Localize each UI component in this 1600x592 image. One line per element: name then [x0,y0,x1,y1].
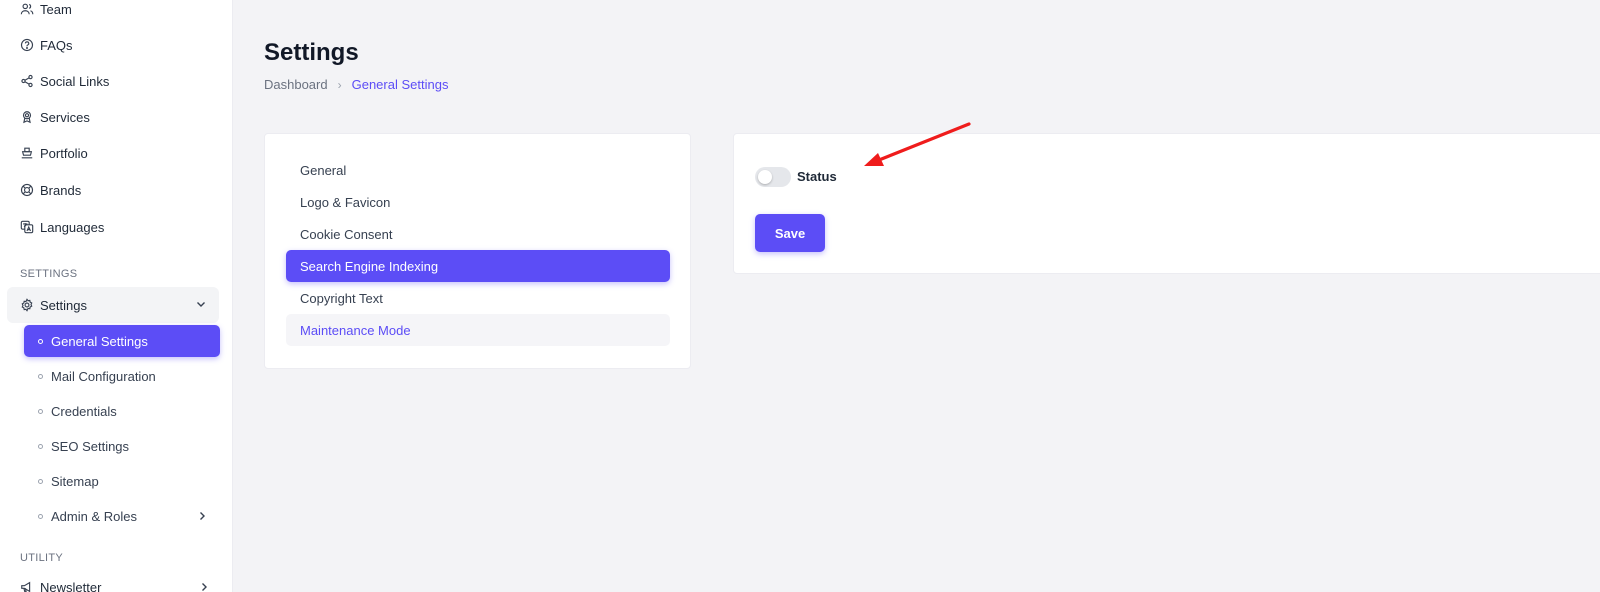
tab-cookie-consent[interactable]: Cookie Consent [286,218,670,250]
save-button[interactable]: Save [755,214,825,252]
sidebar-item-settings[interactable]: Settings [7,287,219,323]
sidebar-item-portfolio[interactable]: Portfolio [20,141,88,165]
tab-maintenance-mode[interactable]: Maintenance Mode [286,314,670,346]
sidebar-subitem-label: SEO Settings [51,438,130,454]
sidebar-item-label: Services [40,109,90,125]
share-icon [21,74,33,88]
settings-tabs-card: General Logo & Favicon Cookie Consent Se… [264,133,691,369]
tab-logo-favicon[interactable]: Logo & Favicon [286,186,670,218]
toggle-knob [758,170,772,184]
translate-icon [20,220,34,234]
tab-search-engine-indexing[interactable]: Search Engine Indexing [286,250,670,282]
sidebar-item-label: Languages [40,219,105,235]
sidebar-subitem-mail-configuration[interactable]: Mail Configuration [24,360,220,392]
sidebar-item-social-links[interactable]: Social Links [20,69,109,93]
sidebar-item-label: Social Links [40,73,110,89]
sidebar-item-label: Portfolio [40,145,88,161]
sidebar-item-brands[interactable]: Brands [20,178,81,202]
sidebar-subitem-credentials[interactable]: Credentials [24,395,220,427]
breadcrumb-current[interactable]: General Settings [352,77,449,92]
sidebar-item-newsletter[interactable]: Newsletter [20,575,207,592]
sidebar-subitem-label: Mail Configuration [51,368,156,384]
bullet-icon [38,513,43,519]
breadcrumb: Dashboard › General Settings [264,77,448,92]
sidebar-subitem-seo-settings[interactable]: SEO Settings [24,430,220,462]
breadcrumb-dashboard-link[interactable]: Dashboard [264,77,328,92]
section-label-utility: UTILITY [20,552,64,564]
sidebar-item-label: Team [40,1,72,17]
question-circle-icon [20,38,34,52]
sidebar-subitem-label: Credentials [51,403,117,419]
sidebar-item-services[interactable]: Services [20,105,90,129]
bullet-icon [38,408,43,414]
bullet-icon [38,443,43,449]
sidebar-item-label: Newsletter [40,579,102,592]
tab-copyright-text[interactable]: Copyright Text [286,282,670,314]
section-label-settings: SETTINGS [20,268,78,280]
sidebar-subitem-sitemap[interactable]: Sitemap [24,465,220,497]
sidebar-subitem-general-settings[interactable]: General Settings [24,325,220,357]
sidebar: Team FAQs Social Links Services Portfoli… [0,0,233,592]
users-icon [20,3,34,15]
sidebar-subitem-label: Sitemap [51,473,99,489]
sidebar-subitem-admin-roles[interactable]: Admin & Roles [24,500,220,532]
chevron-right-icon [200,512,205,520]
gear-icon [21,298,33,312]
sidebar-item-team[interactable]: Team [20,0,72,21]
award-icon [22,111,32,124]
sidebar-item-label: Settings [40,297,87,313]
chevron-right-icon [202,583,207,591]
sidebar-subitem-label: Admin & Roles [51,508,137,524]
page-title: Settings [264,39,359,66]
chevron-down-icon [197,302,205,307]
status-toggle[interactable] [755,167,791,187]
sidebar-item-languages[interactable]: Languages [20,215,104,239]
megaphone-icon [21,581,31,592]
status-label: Status [797,169,837,184]
bullet-icon [38,373,43,379]
sidebar-item-faqs[interactable]: FAQs [20,33,73,57]
sidebar-subitem-label: General Settings [51,333,148,349]
chevron-right-icon: › [337,77,342,92]
tab-general[interactable]: General [286,154,670,186]
bullet-icon [38,478,43,484]
lifebuoy-icon [20,183,34,197]
briefcase-icon [21,147,33,159]
sidebar-item-label: FAQs [40,37,73,53]
bullet-icon [38,338,43,344]
sidebar-item-label: Brands [40,182,82,198]
annotation-arrow-icon [864,122,971,166]
